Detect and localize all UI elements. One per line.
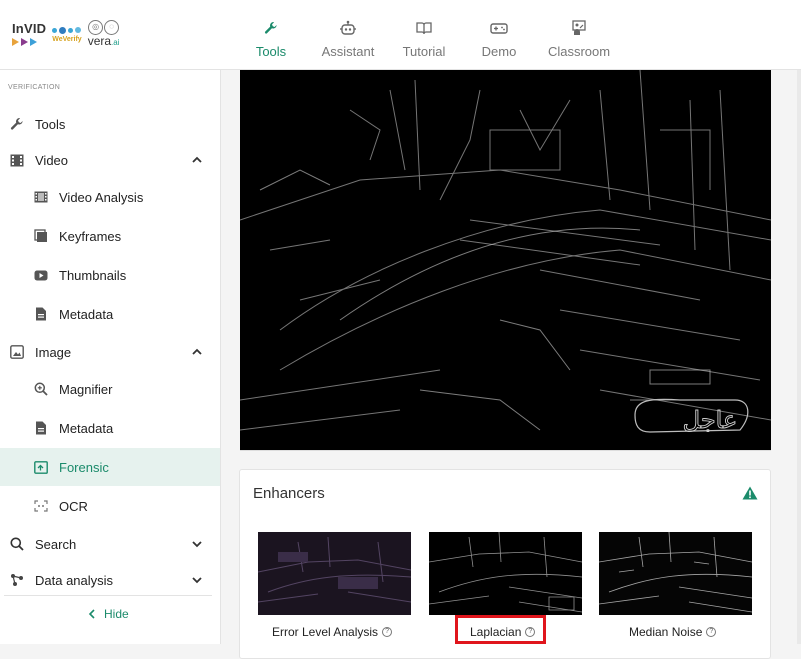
data-analysis-icon: [9, 572, 25, 588]
sidebar-item-label: Image: [35, 344, 72, 360]
sidebar-item-data-analysis[interactable]: Data analysis: [0, 561, 220, 599]
nav-tab-tutorial-label: Tutorial: [402, 43, 446, 59]
enhancer-thumbnail-laplacian[interactable]: [429, 532, 582, 615]
sidebar-item-label: Tools: [35, 116, 66, 132]
nav-tab-classroom[interactable]: Classroom: [545, 0, 613, 70]
gamepad-icon: [490, 18, 508, 38]
sidebar-item-tools[interactable]: Tools: [0, 105, 220, 143]
sidebar-item-video-analysis[interactable]: Video Analysis: [0, 178, 220, 216]
vera-logo-text: vera.ai: [87, 34, 120, 48]
wrench-icon: [264, 18, 278, 38]
nav-tab-tools[interactable]: Tools: [248, 0, 294, 70]
sidebar-divider: [4, 595, 212, 596]
sidebar-item-label: OCR: [59, 498, 88, 514]
sidebar-item-forensic[interactable]: Forensic: [0, 448, 220, 486]
chevron-up-icon[interactable]: [190, 153, 204, 167]
invid-logo[interactable]: InVID: [12, 22, 46, 46]
sidebar: VERIFICATION Tools Video Video Analysis …: [0, 70, 221, 644]
chevron-up-icon[interactable]: [190, 345, 204, 359]
document-icon: [33, 306, 49, 322]
vera-logo-circles: ◎ ◌: [88, 20, 120, 35]
weverify-logo[interactable]: WeVerify: [52, 26, 82, 43]
wrench-icon: [9, 116, 25, 132]
enhancer-thumbnail-error-level-analysis[interactable]: [258, 532, 411, 615]
nav-tab-demo[interactable]: Demo: [478, 0, 520, 70]
brand-logos: InVID WeVerify ◎ ◌ vera.ai: [12, 20, 120, 52]
film-icon: [9, 152, 25, 168]
search-icon: [9, 536, 25, 552]
hide-label: Hide: [104, 607, 129, 621]
youtube-icon: [33, 267, 49, 283]
sidebar-item-label: Metadata: [59, 306, 114, 322]
hide-sidebar-button[interactable]: Hide: [88, 607, 129, 621]
nav-tab-classroom-label: Classroom: [547, 43, 611, 59]
sidebar-item-label: Keyframes: [59, 228, 122, 244]
chevron-down-icon[interactable]: [190, 537, 204, 551]
warning-icon[interactable]: [742, 486, 758, 500]
sidebar-item-label: Search: [35, 536, 77, 552]
nav-tab-tutorial[interactable]: Tutorial: [398, 0, 450, 70]
sidebar-item-magnifier[interactable]: Magnifier: [0, 370, 220, 408]
sidebar-item-ocr[interactable]: OCR: [0, 487, 220, 525]
enhancer-thumbnail-median-noise[interactable]: [599, 532, 752, 615]
image-overlay-text: عاجل: [683, 406, 738, 434]
laplacian-highlight-box: [455, 615, 546, 644]
sidebar-section-label: VERIFICATION: [8, 84, 61, 91]
sidebar-item-label: Metadata: [59, 420, 114, 436]
sidebar-item-label: Video Analysis: [59, 189, 144, 205]
sidebar-item-search[interactable]: Search: [0, 525, 220, 563]
forensic-icon: [33, 459, 49, 475]
nav-tab-tools-label: Tools: [255, 43, 287, 59]
chevron-left-icon: [88, 609, 95, 619]
page-scrollbar[interactable]: [797, 70, 801, 644]
chevron-down-icon[interactable]: [190, 573, 204, 587]
help-icon[interactable]: ?: [706, 627, 717, 637]
weverify-logo-text: WeVerify: [52, 36, 82, 43]
nav-tab-assistant[interactable]: Assistant: [318, 0, 378, 70]
weverify-logo-dots: [52, 26, 82, 34]
sidebar-item-label: Video: [35, 152, 69, 168]
image-icon: [9, 344, 25, 360]
magnifier-icon: [33, 381, 49, 397]
invid-logo-triangles: [12, 38, 46, 46]
document-icon: [33, 420, 49, 436]
sidebar-item-video[interactable]: Video: [0, 141, 220, 179]
film-strip-icon: [33, 189, 49, 205]
forensic-result-image: عاجل: [240, 70, 771, 451]
nav-tab-assistant-label: Assistant: [321, 43, 375, 59]
classroom-icon: [571, 18, 587, 38]
enhancers-title: Enhancers: [253, 485, 325, 502]
ocr-icon: [33, 498, 49, 514]
book-icon: [416, 18, 432, 38]
robot-icon: [339, 18, 357, 38]
frames-icon: [33, 228, 49, 244]
enhancer-label-median-noise: Median Noise ?: [629, 625, 717, 639]
enhancer-label-text: Error Level Analysis: [272, 625, 379, 639]
sidebar-item-label: Magnifier: [59, 381, 113, 397]
vera-logo[interactable]: ◎ ◌ vera.ai: [87, 20, 120, 49]
sidebar-item-image[interactable]: Image: [0, 333, 220, 371]
sidebar-item-label: Thumbnails: [59, 267, 127, 283]
sidebar-item-image-metadata[interactable]: Metadata: [0, 409, 220, 447]
sidebar-item-thumbnails[interactable]: Thumbnails: [0, 256, 220, 294]
help-icon[interactable]: ?: [382, 627, 393, 637]
enhancer-label-text: Median Noise: [629, 625, 703, 639]
sidebar-item-video-metadata[interactable]: Metadata: [0, 295, 220, 333]
nav-tab-demo-label: Demo: [481, 43, 517, 59]
sidebar-item-keyframes[interactable]: Keyframes: [0, 217, 220, 255]
sidebar-item-label: Forensic: [59, 459, 109, 475]
sidebar-item-label: Data analysis: [35, 572, 114, 588]
top-bar: InVID WeVerify ◎ ◌ vera.ai Tools Assistan…: [0, 0, 801, 70]
invid-logo-text: InVID: [12, 21, 47, 36]
enhancer-label-error-level-analysis: Error Level Analysis ?: [272, 625, 393, 639]
